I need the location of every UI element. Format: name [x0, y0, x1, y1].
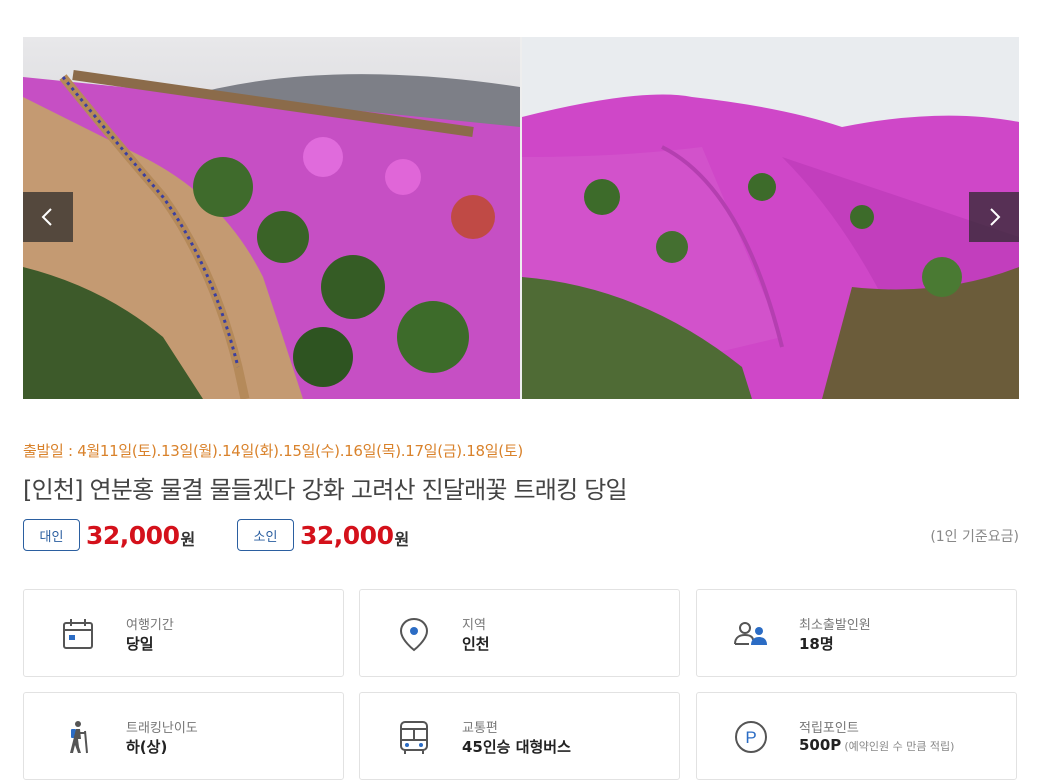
- info-value: 500P (예약인원 수 만큼 적립): [799, 736, 954, 754]
- child-price: 소인 32,000 원: [237, 519, 409, 551]
- calendar-icon: [63, 619, 93, 649]
- info-value: 인천: [462, 635, 490, 653]
- adult-price-unit: 원: [180, 530, 196, 549]
- info-label: 트래킹난이도: [126, 721, 198, 736]
- adult-price: 대인 32,000 원: [23, 519, 195, 551]
- info-card-min-people: 최소출발인원 18명: [696, 589, 1017, 677]
- chevron-right-icon: [990, 208, 1001, 226]
- info-value: 하(상): [126, 738, 168, 756]
- info-card-points: P 적립포인트 500P (예약인원 수 만큼 적립): [696, 692, 1017, 780]
- adult-price-badge: 대인: [23, 519, 80, 551]
- child-price-unit: 원: [394, 530, 410, 549]
- gallery-prev-button[interactable]: [23, 192, 73, 242]
- info-value: 45인승 대형버스: [462, 738, 571, 756]
- points-icon: P: [735, 721, 767, 753]
- bus-icon: [400, 721, 428, 754]
- info-label: 지역: [462, 618, 486, 633]
- info-label: 최소출발인원: [799, 618, 871, 633]
- people-icon: [734, 622, 767, 645]
- child-price-badge: 소인: [237, 519, 294, 551]
- departure-dates: 출발일 : 4월11일(토).13일(월).14일(화).15일(수).16일(…: [23, 442, 523, 460]
- price-note: (1인 기준요금): [930, 529, 1019, 545]
- points-note: (예약인원 수 만큼 적립): [844, 740, 955, 753]
- gallery-photo-azalea-mountain: [522, 37, 1019, 399]
- points-value: 500P: [799, 736, 842, 754]
- hiker-icon: [70, 721, 88, 754]
- photo-gallery: [23, 37, 1019, 399]
- info-card-transport: 교통편 45인승 대형버스: [359, 692, 680, 780]
- info-card-difficulty: 트래킹난이도 하(상): [23, 692, 344, 780]
- adult-price-value: 32,000: [86, 520, 180, 550]
- chevron-left-icon: [41, 208, 52, 226]
- info-label: 적립포인트: [799, 721, 859, 736]
- location-pin-icon: [399, 617, 429, 652]
- svg-text:P: P: [745, 728, 756, 747]
- gallery-photo-azalea-stairs: [23, 37, 520, 399]
- info-label: 교통편: [462, 721, 498, 736]
- child-price-value: 32,000: [300, 520, 394, 550]
- gallery-next-button[interactable]: [969, 192, 1019, 242]
- info-label: 여행기간: [126, 618, 174, 633]
- product-title: [인천] 연분홍 물결 물들겠다 강화 고려산 진달래꽃 트래킹 당일: [23, 476, 628, 504]
- info-value: 당일: [126, 635, 154, 653]
- info-value: 18명: [799, 635, 834, 653]
- info-card-duration: 여행기간 당일: [23, 589, 344, 677]
- info-card-region: 지역 인천: [359, 589, 680, 677]
